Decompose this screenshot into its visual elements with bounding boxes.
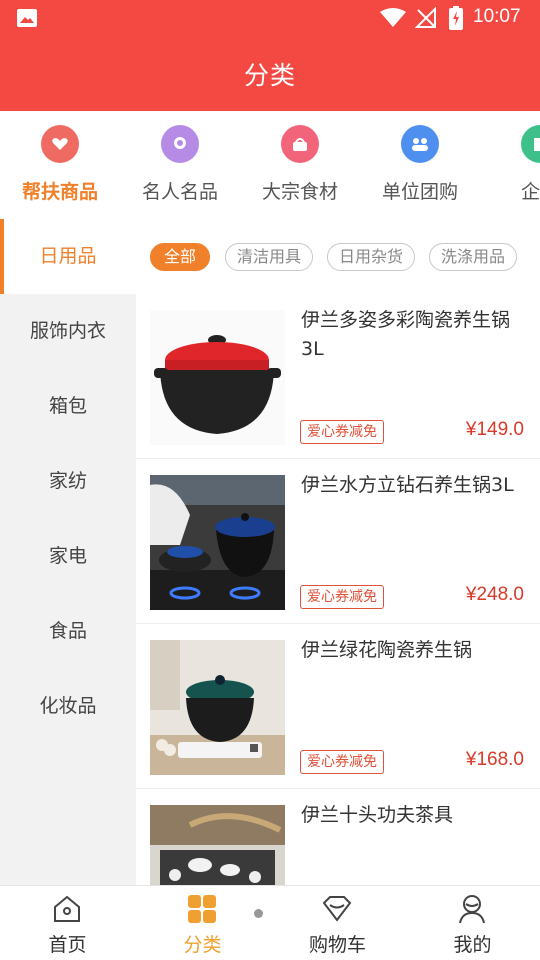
product-card[interactable]: 伊兰水方立钻石养生锅3L 爱心券减免 ¥248.0	[136, 459, 540, 624]
page-title: 分类	[243, 61, 296, 90]
sidebar-item-bags[interactable]: 箱包	[0, 369, 136, 444]
product-image	[150, 475, 285, 610]
status-bar: 10:07	[0, 0, 540, 36]
sidebar-item-label: 箱包	[48, 395, 87, 417]
product-name: 伊兰多姿多彩陶瓷养生锅3L	[301, 309, 511, 360]
filter-chip-detergent[interactable]: 洗涤用品	[429, 243, 517, 271]
sidebar-item-daily-goods[interactable]: 日用品	[0, 219, 136, 294]
sidebar-item-food[interactable]: 食品	[0, 594, 136, 669]
sidebar-item-label: 食品	[48, 620, 87, 642]
no-signal-icon	[415, 7, 436, 28]
image-notification-icon	[17, 9, 37, 27]
filter-chip-row: 全部 清洁用具 日用杂货 洗涤用品	[136, 219, 540, 294]
product-card[interactable]: 伊兰绿花陶瓷养生锅 爱心券减免 ¥168.0	[136, 624, 540, 789]
product-image	[150, 805, 285, 885]
top-category-label: 帮扶商品	[21, 181, 98, 203]
sidebar-item-apparel[interactable]: 服饰内衣	[0, 294, 136, 369]
heart-hands-icon	[41, 125, 79, 163]
app-header: 10:07 分类	[0, 0, 540, 111]
product-price: ¥168.0	[465, 749, 524, 770]
love-coupon-tag: 爱心券减免	[300, 585, 384, 609]
filter-chip-all[interactable]: 全部	[150, 243, 210, 271]
cart-diamond-icon	[322, 896, 352, 922]
nav-cart[interactable]: 购物车	[270, 886, 405, 960]
sidebar-item-label: 家电	[48, 545, 87, 567]
top-category-label: 大宗食材	[261, 181, 338, 203]
sidebar-item-label: 化妆品	[39, 695, 97, 717]
top-category-celebrity[interactable]: 名人名品	[125, 111, 235, 219]
product-name: 伊兰十头功夫茶具	[301, 804, 454, 826]
nav-label: 购物车	[308, 934, 366, 956]
nav-category[interactable]: 分类	[135, 886, 270, 960]
basket-icon	[281, 125, 319, 163]
enterprise-icon	[521, 125, 540, 163]
nav-label: 首页	[48, 934, 87, 956]
sidebar-item-label: 家纺	[48, 470, 87, 492]
product-name: 伊兰水方立钻石养生锅3L	[301, 474, 514, 496]
product-card[interactable]: 伊兰十头功夫茶具	[136, 789, 540, 885]
product-price: ¥248.0	[465, 584, 524, 605]
top-category-bulk-food[interactable]: 大宗食材	[245, 111, 355, 219]
product-image	[150, 640, 285, 775]
top-category-label: 企业	[520, 181, 540, 203]
nav-label: 我的	[453, 934, 492, 956]
sidebar-category-list: 日用品 服饰内衣 箱包 家纺 家电 食品 化妆品	[0, 219, 136, 885]
top-category-enterprise[interactable]: 企业	[485, 111, 540, 219]
product-card[interactable]: 伊兰多姿多彩陶瓷养生锅3L 爱心券减免 ¥149.0	[136, 294, 540, 459]
sidebar-item-home-textile[interactable]: 家纺	[0, 444, 136, 519]
clock-time: 10:07	[473, 6, 521, 27]
product-list: 伊兰多姿多彩陶瓷养生锅3L 爱心券减免 ¥149.0 伊兰水方立钻石养生锅3L …	[136, 294, 540, 885]
sidebar-item-label: 服饰内衣	[29, 320, 106, 342]
top-category-help-goods[interactable]: 帮扶商品	[5, 111, 115, 219]
bottom-navigation: 首页 分类 购物车 我的	[0, 885, 540, 960]
top-category-label: 单位团购	[381, 181, 458, 203]
wifi-icon	[380, 8, 406, 27]
filter-chip-sundries[interactable]: 日用杂货	[327, 243, 415, 271]
sidebar-item-appliances[interactable]: 家电	[0, 519, 136, 594]
love-coupon-tag: 爱心券减免	[300, 750, 384, 774]
nav-profile[interactable]: 我的	[405, 886, 540, 960]
love-coupon-tag: 爱心券减免	[300, 420, 384, 444]
top-category-group-buy[interactable]: 单位团购	[365, 111, 475, 219]
indicator-dot	[254, 909, 263, 918]
active-indicator	[0, 219, 4, 294]
top-category-label: 名人名品	[141, 181, 218, 203]
filter-chip-cleaning[interactable]: 清洁用具	[225, 243, 313, 271]
category-grid-icon	[188, 895, 216, 923]
nav-label: 分类	[183, 934, 222, 956]
sidebar-item-cosmetics[interactable]: 化妆品	[0, 669, 136, 744]
product-name: 伊兰绿花陶瓷养生锅	[301, 639, 473, 661]
profile-icon	[459, 895, 485, 924]
sidebar-item-label: 日用品	[39, 245, 97, 267]
top-category-strip: 帮扶商品 名人名品 大宗食材 单位团购 企业	[0, 111, 540, 219]
badge-icon	[161, 125, 199, 163]
product-price: ¥149.0	[465, 419, 524, 440]
product-image	[150, 310, 285, 445]
battery-charging-icon	[449, 6, 463, 30]
group-icon	[401, 125, 439, 163]
nav-home[interactable]: 首页	[0, 886, 135, 960]
home-icon	[54, 895, 80, 922]
